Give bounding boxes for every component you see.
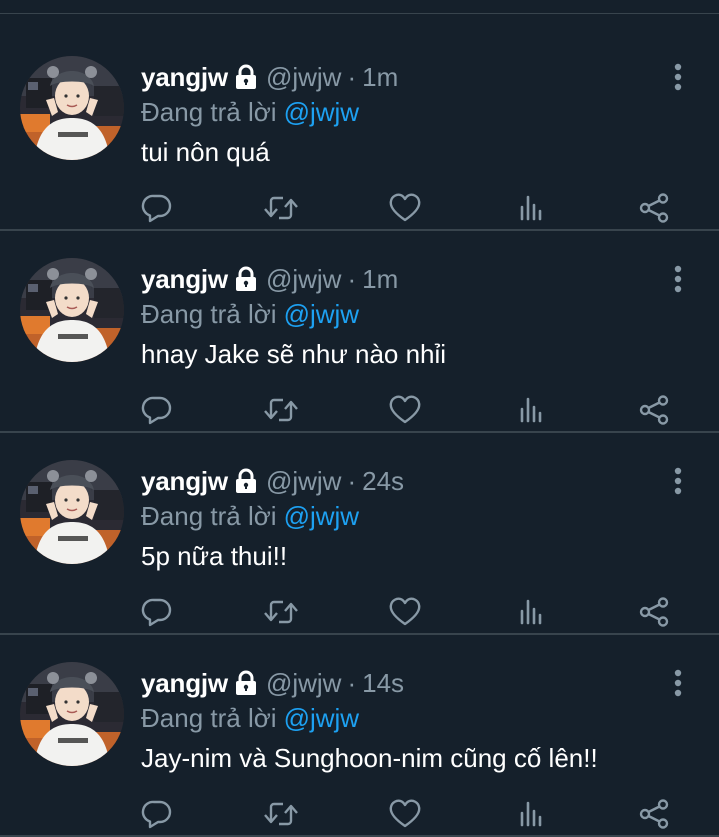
stats-icon[interactable] [513,393,549,427]
replying-to: Đang trả lời @jwjw [141,297,359,331]
tweet-header: yangjw @jwjw · 1m [141,60,398,94]
heart-icon[interactable] [387,595,423,629]
more-vertical-icon[interactable] [664,668,692,698]
share-icon[interactable] [636,393,672,427]
lock-icon [234,64,258,90]
timestamp[interactable]: 14s [362,668,404,699]
lock-icon [234,266,258,292]
display-name[interactable]: yangjw [141,264,228,295]
retweet-icon[interactable] [263,393,299,427]
timestamp[interactable]: 1m [362,264,398,295]
replying-to-label: Đang trả lời [141,96,277,127]
replying-to-label: Đang trả lời [141,702,277,733]
separator: · [347,263,357,294]
tweet-text: hnay Jake sẽ như nào nhỉi [141,339,447,369]
timestamp[interactable]: 1m [362,62,398,93]
lock-icon [234,468,258,494]
tweet-3[interactable]: yangjw @jwjw · 24s Đang trả lời @jwjw 5p… [0,433,719,635]
replying-to-handle[interactable]: @jwjw [284,97,360,128]
avatar[interactable] [20,460,124,564]
separator: · [347,667,357,698]
reply-icon[interactable] [139,797,175,831]
replying-to: Đang trả lời @jwjw [141,701,359,735]
reply-icon[interactable] [139,393,175,427]
tweet-2[interactable]: yangjw @jwjw · 1m Đang trả lời @jwjw hna… [0,231,719,433]
avatar[interactable] [20,662,124,766]
tweet-1[interactable]: yangjw @jwjw · 1m Đang trả lời @jwjw tui… [0,29,719,231]
replying-to-label: Đang trả lời [141,298,277,329]
replying-to: Đang trả lời @jwjw [141,95,359,129]
separator: · [347,61,357,92]
replying-to-handle[interactable]: @jwjw [284,501,360,532]
replying-to-label: Đang trả lời [141,500,277,531]
more-vertical-icon[interactable] [664,62,692,92]
retweet-icon[interactable] [263,797,299,831]
stats-icon[interactable] [513,191,549,225]
avatar[interactable] [20,258,124,362]
replying-to: Đang trả lời @jwjw [141,499,359,533]
tweet-text: 5p nữa thui!! [141,541,288,571]
display-name[interactable]: yangjw [141,62,228,93]
more-vertical-icon[interactable] [664,466,692,496]
retweet-icon[interactable] [263,191,299,225]
share-icon[interactable] [636,595,672,629]
handle[interactable]: @jwjw [266,668,342,699]
retweet-icon[interactable] [263,595,299,629]
avatar[interactable] [20,56,124,160]
tweet-header: yangjw @jwjw · 14s [141,666,404,700]
reply-icon[interactable] [139,595,175,629]
stats-icon[interactable] [513,595,549,629]
display-name[interactable]: yangjw [141,668,228,699]
top-divider [0,0,719,14]
tweet-text: tui nôn quá [141,137,270,167]
handle[interactable]: @jwjw [266,264,342,295]
stats-icon[interactable] [513,797,549,831]
tweet-header: yangjw @jwjw · 24s [141,464,404,498]
replying-to-handle[interactable]: @jwjw [284,703,360,734]
tweet-header: yangjw @jwjw · 1m [141,262,398,296]
lock-icon [234,670,258,696]
tweet-text: Jay-nim và Sunghoon-nim cũng cố lên!! [141,743,598,773]
heart-icon[interactable] [387,797,423,831]
share-icon[interactable] [636,797,672,831]
timestamp[interactable]: 24s [362,466,404,497]
replying-to-handle[interactable]: @jwjw [284,299,360,330]
reply-icon[interactable] [139,191,175,225]
heart-icon[interactable] [387,393,423,427]
more-vertical-icon[interactable] [664,264,692,294]
display-name[interactable]: yangjw [141,466,228,497]
handle[interactable]: @jwjw [266,62,342,93]
share-icon[interactable] [636,191,672,225]
heart-icon[interactable] [387,191,423,225]
handle[interactable]: @jwjw [266,466,342,497]
separator: · [347,465,357,496]
tweet-4[interactable]: yangjw @jwjw · 14s Đang trả lời @jwjw Ja… [0,635,719,837]
